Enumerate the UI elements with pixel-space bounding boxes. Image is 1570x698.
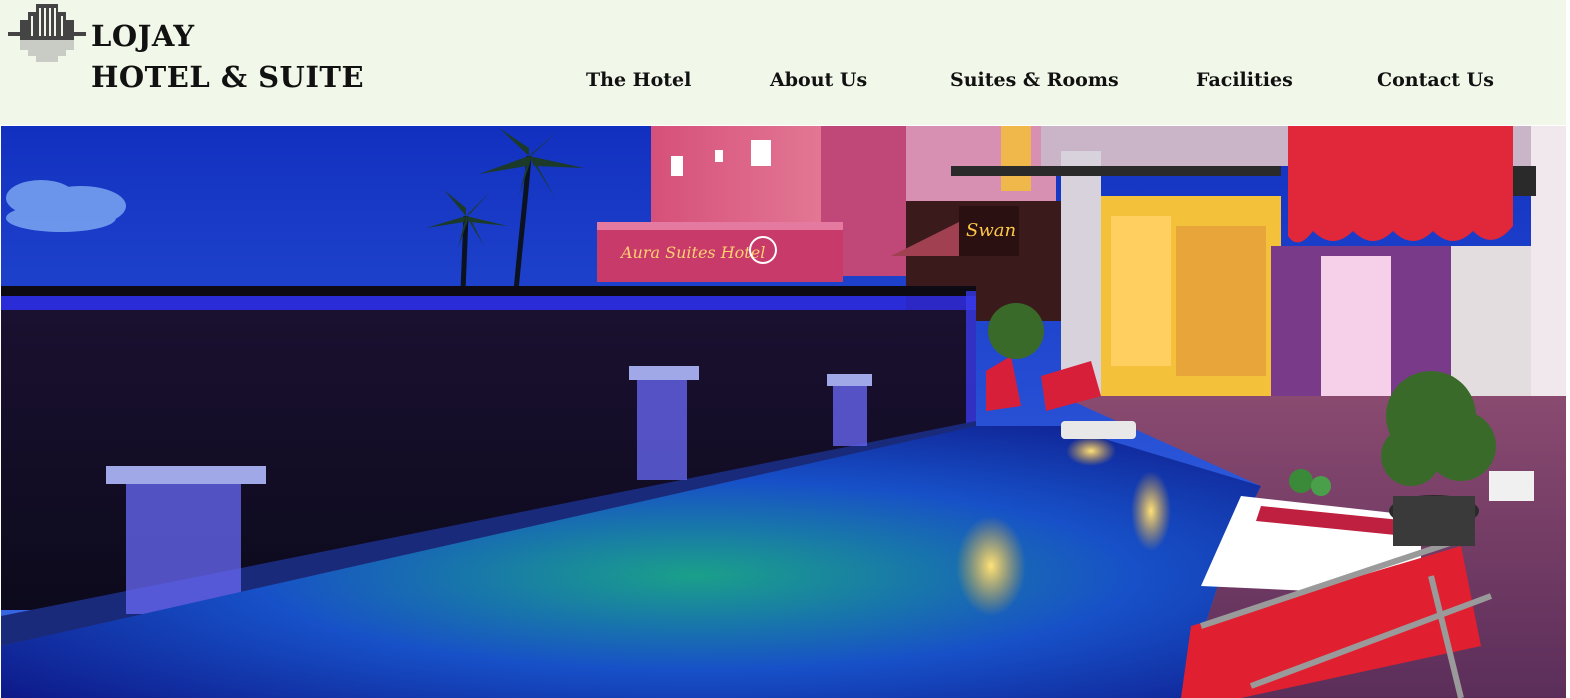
- nav-link-the-hotel[interactable]: The Hotel: [586, 66, 691, 94]
- page-edge: [1566, 0, 1570, 698]
- nav-link-contact-us[interactable]: Contact Us: [1377, 66, 1494, 94]
- brand-name-line1: LOJAY: [91, 19, 195, 53]
- building-skyline-icon[interactable]: [6, 0, 88, 66]
- hotel-pool-night-photo: Aura Suites Hotel Swan: [1, 126, 1568, 698]
- main-nav: The Hotel About Us Suites & Rooms Facili…: [0, 66, 1570, 96]
- hero-image: Aura Suites Hotel Swan: [1, 126, 1568, 698]
- hotel-sign-text: Aura Suites Hotel: [619, 243, 765, 262]
- restaurant-sign-text: Swan: [966, 220, 1016, 241]
- nav-link-facilities[interactable]: Facilities: [1196, 66, 1293, 94]
- nav-link-about-us[interactable]: About Us: [770, 66, 867, 94]
- nav-link-suites-rooms[interactable]: Suites & Rooms: [950, 66, 1119, 94]
- site-header: LOJAY HOTEL & SUITE The Hotel About Us S…: [0, 0, 1570, 125]
